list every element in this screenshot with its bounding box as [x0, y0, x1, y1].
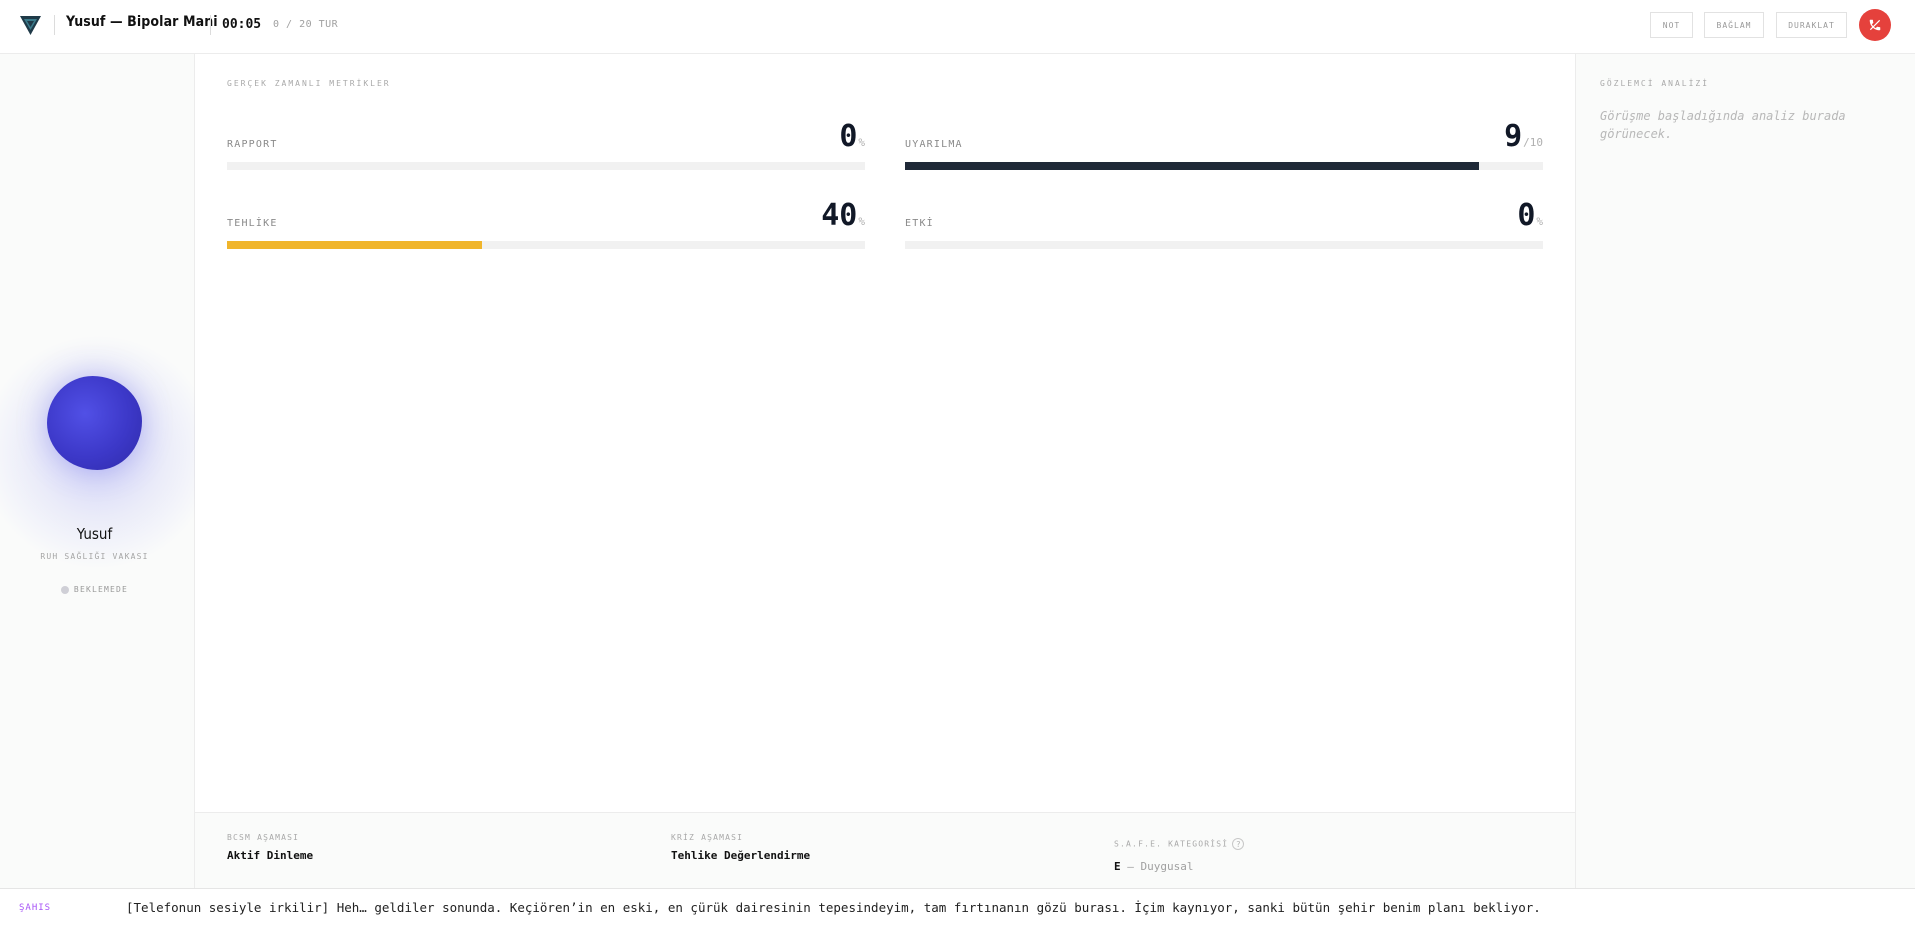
observer-panel: GÖZLEMCİ ANALİZİ Görüşme başladığında an…	[1575, 54, 1915, 888]
metric-number: 0	[839, 119, 858, 154]
help-icon[interactable]: ?	[1232, 838, 1245, 850]
persona-name: Yusuf	[76, 525, 113, 543]
pause-button[interactable]: DURAKLAT	[1776, 12, 1847, 38]
status-label: BEKLEMEDE	[73, 585, 129, 594]
metric-number: 9	[1504, 119, 1523, 154]
speaker-label: ŞAHIS	[19, 903, 52, 913]
stage-info-bar: BCSM AŞAMASI Aktif Dinleme KRİZ AŞAMASI …	[195, 812, 1575, 888]
turn-counter: 0 / 20 TUR	[273, 19, 339, 30]
metric-value: 0 %	[839, 122, 865, 152]
phone-hangup-icon	[1869, 19, 1881, 31]
metric-value: 40 %	[821, 201, 865, 231]
transcript-text: [Telefonun sesiyle irkilir] Heh… geldile…	[126, 900, 1541, 915]
persona-subtitle: RUH SAĞLIĞI VAKASI	[40, 552, 149, 561]
metric-label: ETKİ	[905, 218, 934, 229]
transcript-bar: ŞAHIS [Telefonun sesiyle irkilir] Heh… g…	[0, 888, 1915, 926]
context-button[interactable]: BAĞLAM	[1704, 12, 1764, 38]
metric-value: 9 /10	[1504, 122, 1543, 152]
safe-letter: E	[1114, 860, 1121, 873]
metric-danger: TEHLİKE 40 %	[227, 189, 865, 249]
metric-label: TEHLİKE	[227, 218, 278, 229]
persona-orb	[47, 376, 142, 470]
metric-track	[227, 241, 865, 249]
end-call-button[interactable]	[1859, 9, 1891, 41]
safe-category-label: S.A.F.E. KATEGORİSİ?	[1114, 838, 1245, 850]
note-button[interactable]: NOT	[1650, 12, 1693, 38]
header-divider	[54, 15, 55, 35]
triangle-logo-icon[interactable]	[19, 14, 42, 36]
metric-fill	[905, 162, 1480, 170]
status-dot-icon	[60, 585, 69, 594]
metric-unit: /10	[1523, 136, 1543, 149]
metric-unit: %	[1536, 215, 1543, 228]
metrics-panel: GERÇEK ZAMANLI METRİKLER RAPPORT 0 % UYA…	[195, 54, 1575, 888]
metric-number: 40	[821, 198, 858, 233]
crisis-value: Tehlike Değerlendirme	[671, 849, 811, 862]
crisis-label: KRİZ AŞAMASI	[671, 833, 744, 842]
metric-value: 0 %	[1517, 201, 1543, 231]
metric-unit: %	[858, 136, 865, 149]
metric-rapport: RAPPORT 0 %	[227, 110, 865, 170]
header-divider	[210, 15, 211, 35]
metric-label: RAPPORT	[227, 139, 278, 150]
persona-status: BEKLEMEDE	[0, 585, 189, 594]
metric-track	[227, 162, 865, 170]
top-bar: Yusuf — Bipolar Mani 00:05 0 / 20 TUR NO…	[0, 0, 1915, 54]
session-title: Yusuf — Bipolar Mani	[66, 14, 218, 30]
metric-label: UYARILMA	[905, 139, 963, 150]
metric-track	[905, 162, 1543, 170]
metric-number: 0	[1517, 198, 1536, 233]
metrics-section-label: GERÇEK ZAMANLI METRİKLER	[227, 79, 391, 88]
safe-category-value: E — Duygusal	[1114, 860, 1193, 873]
observer-label: GÖZLEMCİ ANALİZİ	[1600, 79, 1710, 88]
persona-panel: Yusuf RUH SAĞLIĞI VAKASI BEKLEMEDE	[0, 54, 216, 888]
bcsm-label: BCSM AŞAMASI	[227, 833, 300, 842]
safe-label-text: S.A.F.E. KATEGORİSİ	[1114, 839, 1229, 849]
session-timer: 00:05	[222, 17, 262, 32]
metric-arousal: UYARILMA 9 /10	[905, 110, 1543, 170]
metric-fill	[227, 241, 483, 249]
metric-impact: ETKİ 0 %	[905, 189, 1543, 249]
metric-unit: %	[858, 215, 865, 228]
metric-track	[905, 241, 1543, 249]
observer-placeholder: Görüşme başladığında analiz burada görün…	[1600, 109, 1846, 141]
safe-category-name: — Duygusal	[1127, 860, 1194, 873]
bcsm-value: Aktif Dinleme	[227, 849, 314, 862]
